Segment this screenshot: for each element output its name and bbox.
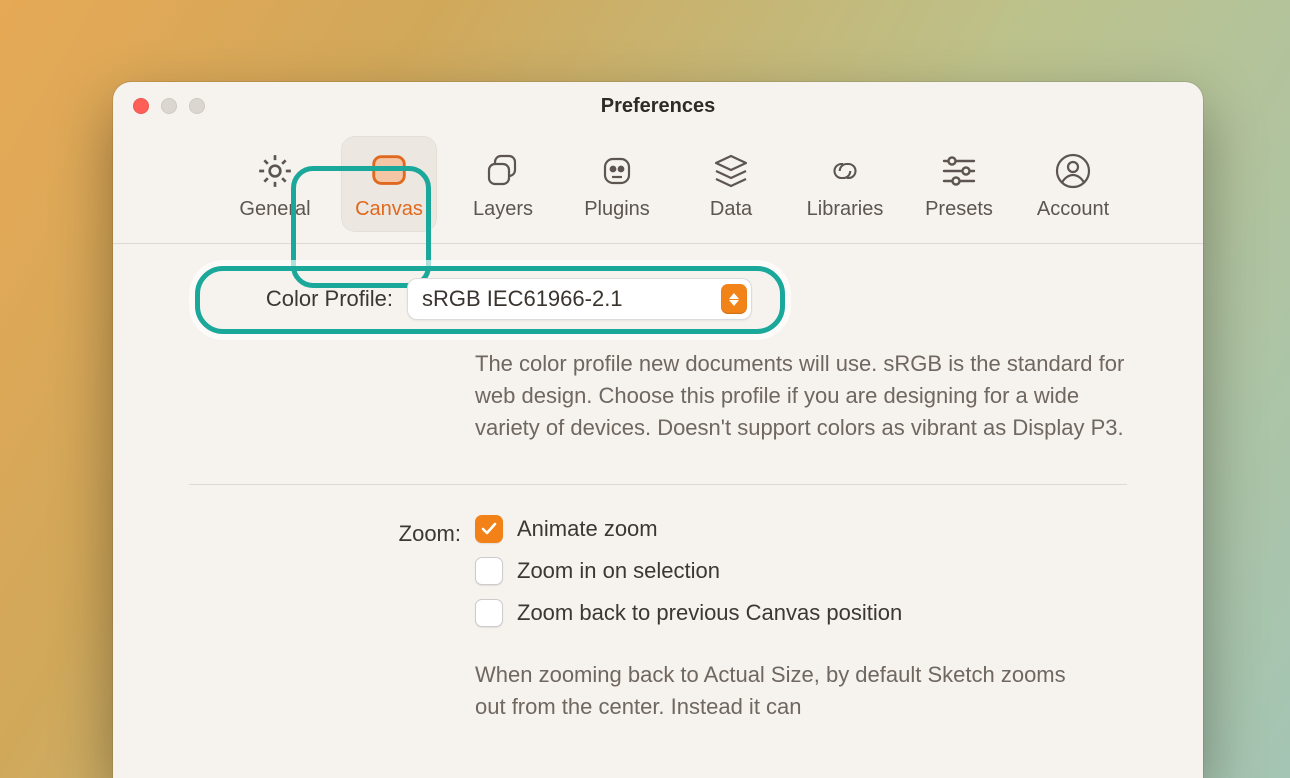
tab-label: Data [710, 198, 752, 221]
zoom-option-label: Animate zoom [517, 516, 658, 542]
tab-label: Account [1037, 198, 1109, 221]
color-profile-value: sRGB IEC61966-2.1 [422, 286, 721, 312]
tab-data[interactable]: Data [683, 136, 779, 232]
color-profile-label: Color Profile: [213, 286, 393, 312]
tab-label: General [239, 198, 310, 221]
zoom-label: Zoom: [199, 515, 475, 547]
preferences-window: Preferences General Canvas [113, 82, 1203, 778]
color-profile-select[interactable]: sRGB IEC61966-2.1 [407, 278, 752, 320]
layers-icon [482, 150, 524, 192]
plug-icon [596, 150, 638, 192]
sliders-icon [938, 150, 980, 192]
close-window-button[interactable] [133, 98, 149, 114]
checkbox-animate-zoom[interactable] [475, 515, 503, 543]
tab-plugins[interactable]: Plugins [569, 136, 665, 232]
checkbox-zoom-in-selection[interactable] [475, 557, 503, 585]
minimize-window-button[interactable] [161, 98, 177, 114]
dropdown-stepper-icon [721, 284, 747, 314]
color-profile-description: The color profile new documents will use… [475, 348, 1127, 444]
tab-label: Canvas [355, 198, 423, 221]
window-controls [133, 98, 205, 114]
tab-label: Layers [473, 198, 533, 221]
tab-presets[interactable]: Presets [911, 136, 1007, 232]
gear-icon [254, 150, 296, 192]
canvas-icon [368, 150, 410, 192]
section-divider [189, 484, 1127, 485]
tab-label: Presets [925, 198, 993, 221]
preferences-content: Color Profile: sRGB IEC61966-2.1 The col… [113, 244, 1203, 722]
person-circle-icon [1052, 150, 1094, 192]
zoom-option-label: Zoom in on selection [517, 558, 720, 584]
tab-libraries[interactable]: Libraries [797, 136, 893, 232]
zoom-description: When zooming back to Actual Size, by def… [475, 659, 1075, 723]
titlebar: Preferences [113, 82, 1203, 130]
tab-layers[interactable]: Layers [455, 136, 551, 232]
preferences-toolbar: General Canvas Layers [113, 130, 1203, 244]
window-title: Preferences [113, 95, 1203, 118]
stack-icon [710, 150, 752, 192]
zoom-window-button[interactable] [189, 98, 205, 114]
tab-label: Plugins [584, 198, 650, 221]
zoom-option-label: Zoom back to previous Canvas position [517, 600, 902, 626]
tab-canvas[interactable]: Canvas [341, 136, 437, 232]
tab-label: Libraries [807, 198, 884, 221]
checkbox-zoom-back-position[interactable] [475, 599, 503, 627]
link-icon [824, 150, 866, 192]
tab-general[interactable]: General [227, 136, 323, 232]
tab-account[interactable]: Account [1025, 136, 1121, 232]
